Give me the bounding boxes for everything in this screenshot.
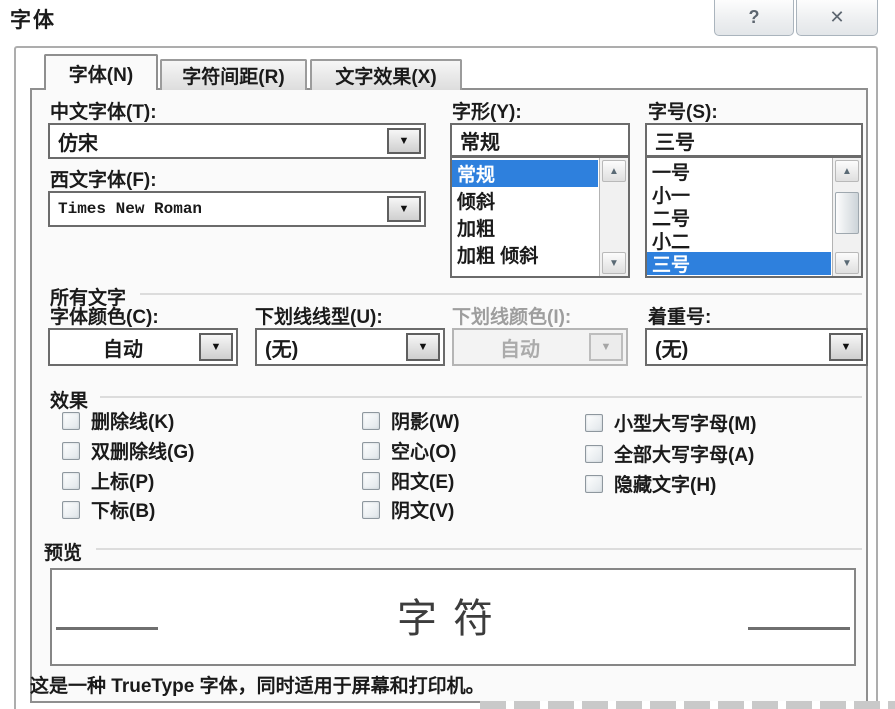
font-size-value: 三号 [655,125,855,155]
close-icon: ✕ [829,7,844,28]
checkbox-label: 删除线(K) [91,407,174,434]
font-size-input[interactable]: 三号 [645,123,863,157]
chinese-font-combobox[interactable]: 仿宋 ▼ [48,123,426,159]
list-item[interactable]: 加粗 倾斜 [452,241,598,268]
underline-style-label: 下划线线型(U): [255,302,383,329]
list-item[interactable]: 小一 [647,183,831,206]
checkbox-label: 小型大写字母(M) [614,409,756,436]
underline-style-value: (无) [265,330,403,364]
western-font-label: 西文字体(F): [50,165,157,192]
list-item[interactable]: 小二 [647,229,831,252]
western-font-value: Times New Roman [58,193,384,225]
checkbox-icon[interactable] [585,445,603,463]
checkbox-superscript[interactable]: 上标(P) [62,467,154,494]
checkbox-icon[interactable] [62,442,80,460]
chevron-down-icon[interactable]: ▼ [829,333,863,361]
checkbox-all-caps[interactable]: 全部大写字母(A) [585,440,754,467]
chevron-down-icon[interactable]: ▼ [199,333,233,361]
font-color-label: 字体颜色(C): [50,302,159,329]
scroll-down-icon[interactable]: ▼ [835,252,859,274]
checkbox-icon[interactable] [62,472,80,490]
emphasis-mark-combobox[interactable]: (无) ▼ [645,328,868,366]
list-item[interactable]: 三号 [647,252,831,275]
chevron-down-icon[interactable]: ▼ [387,196,421,222]
font-style-label: 字形(Y): [452,97,522,124]
checkbox-subscript[interactable]: 下标(B) [62,496,155,523]
underline-color-combobox: 自动 ▼ [452,328,628,366]
scroll-up-icon[interactable]: ▲ [602,160,626,182]
checkbox-outline[interactable]: 空心(O) [362,437,456,464]
checkbox-icon[interactable] [362,442,380,460]
checkbox-label: 隐藏文字(H) [614,470,716,497]
chevron-down-icon[interactable]: ▼ [406,333,440,361]
underline-color-label: 下划线颜色(I): [452,302,571,329]
font-style-listbox: 常规 倾斜 加粗 加粗 倾斜 ▲ ▼ [450,157,630,278]
checkbox-hidden-text[interactable]: 隐藏文字(H) [585,470,716,497]
font-style-scrollbar[interactable]: ▲ ▼ [599,158,628,276]
scrollbar-thumb[interactable] [835,192,859,234]
checkbox-icon[interactable] [585,475,603,493]
font-description-note: 这是一种 TrueType 字体，同时适用于屏幕和打印机。 [30,671,485,698]
list-item[interactable]: 二号 [647,206,831,229]
list-item[interactable]: 常规 [452,160,598,187]
emphasis-mark-value: (无) [655,330,826,364]
checkbox-icon[interactable] [62,412,80,430]
group-divider [96,548,862,550]
scroll-up-icon[interactable]: ▲ [835,160,859,182]
checkbox-label: 上标(P) [91,467,154,494]
underline-color-value: 自动 [458,330,582,364]
preview-sample-text: 字符 [52,586,854,644]
chevron-down-icon: ▼ [589,333,623,361]
scroll-down-icon[interactable]: ▼ [602,252,626,274]
checkbox-label: 下标(B) [91,496,155,523]
font-size-listbox: 一号 小一 二号 小二 三号 ▲ ▼ [645,157,863,278]
group-divider [100,396,862,398]
checkbox-label: 全部大写字母(A) [614,440,754,467]
western-font-combobox[interactable]: Times New Roman ▼ [48,191,426,227]
dialog-title: 字体 [10,4,56,34]
font-size-scrollbar[interactable]: ▲ ▼ [832,158,861,276]
help-icon: ? [749,7,760,28]
checkbox-double-strikethrough[interactable]: 双删除线(G) [62,437,194,464]
preview-underscore-right [748,627,850,630]
tab-text-effects[interactable]: 文字效果(X) [310,59,462,90]
font-style-value: 常规 [460,125,622,155]
list-item[interactable]: 加粗 [452,214,598,241]
checkbox-icon[interactable] [62,501,80,519]
checkbox-icon[interactable] [362,412,380,430]
font-color-value: 自动 [54,330,192,364]
help-button[interactable]: ? [714,0,794,36]
list-item[interactable]: 倾斜 [452,187,598,214]
tab-character-spacing[interactable]: 字符间距(R) [160,59,307,90]
font-size-label: 字号(S): [648,97,718,124]
chinese-font-value: 仿宋 [58,125,384,157]
list-item[interactable]: 一号 [647,160,831,183]
chinese-font-label: 中文字体(T): [50,97,157,124]
checkbox-icon[interactable] [362,472,380,490]
checkbox-label: 空心(O) [391,437,456,464]
checkbox-shadow[interactable]: 阴影(W) [362,407,460,434]
underline-style-combobox[interactable]: (无) ▼ [255,328,445,366]
chevron-down-icon[interactable]: ▼ [387,128,421,154]
font-color-combobox[interactable]: 自动 ▼ [48,328,238,366]
checkbox-label: 阳文(E) [391,467,454,494]
checkbox-icon[interactable] [585,414,603,432]
checkbox-icon[interactable] [362,501,380,519]
checkbox-label: 阴影(W) [391,407,460,434]
checkbox-emboss[interactable]: 阳文(E) [362,467,454,494]
checkbox-small-caps[interactable]: 小型大写字母(M) [585,409,756,436]
checkbox-engrave[interactable]: 阴文(V) [362,496,454,523]
checkbox-label: 双删除线(G) [91,437,194,464]
checkbox-strikethrough[interactable]: 删除线(K) [62,407,174,434]
preview-box: 字符 [50,568,856,666]
close-button[interactable]: ✕ [796,0,878,36]
font-style-input[interactable]: 常规 [450,123,630,157]
group-divider [140,293,862,295]
cropped-edge-artifact [480,701,895,709]
checkbox-label: 阴文(V) [391,496,454,523]
preview-group-label: 预览 [44,538,82,565]
emphasis-mark-label: 着重号: [648,302,711,329]
tab-font[interactable]: 字体(N) [44,54,158,90]
